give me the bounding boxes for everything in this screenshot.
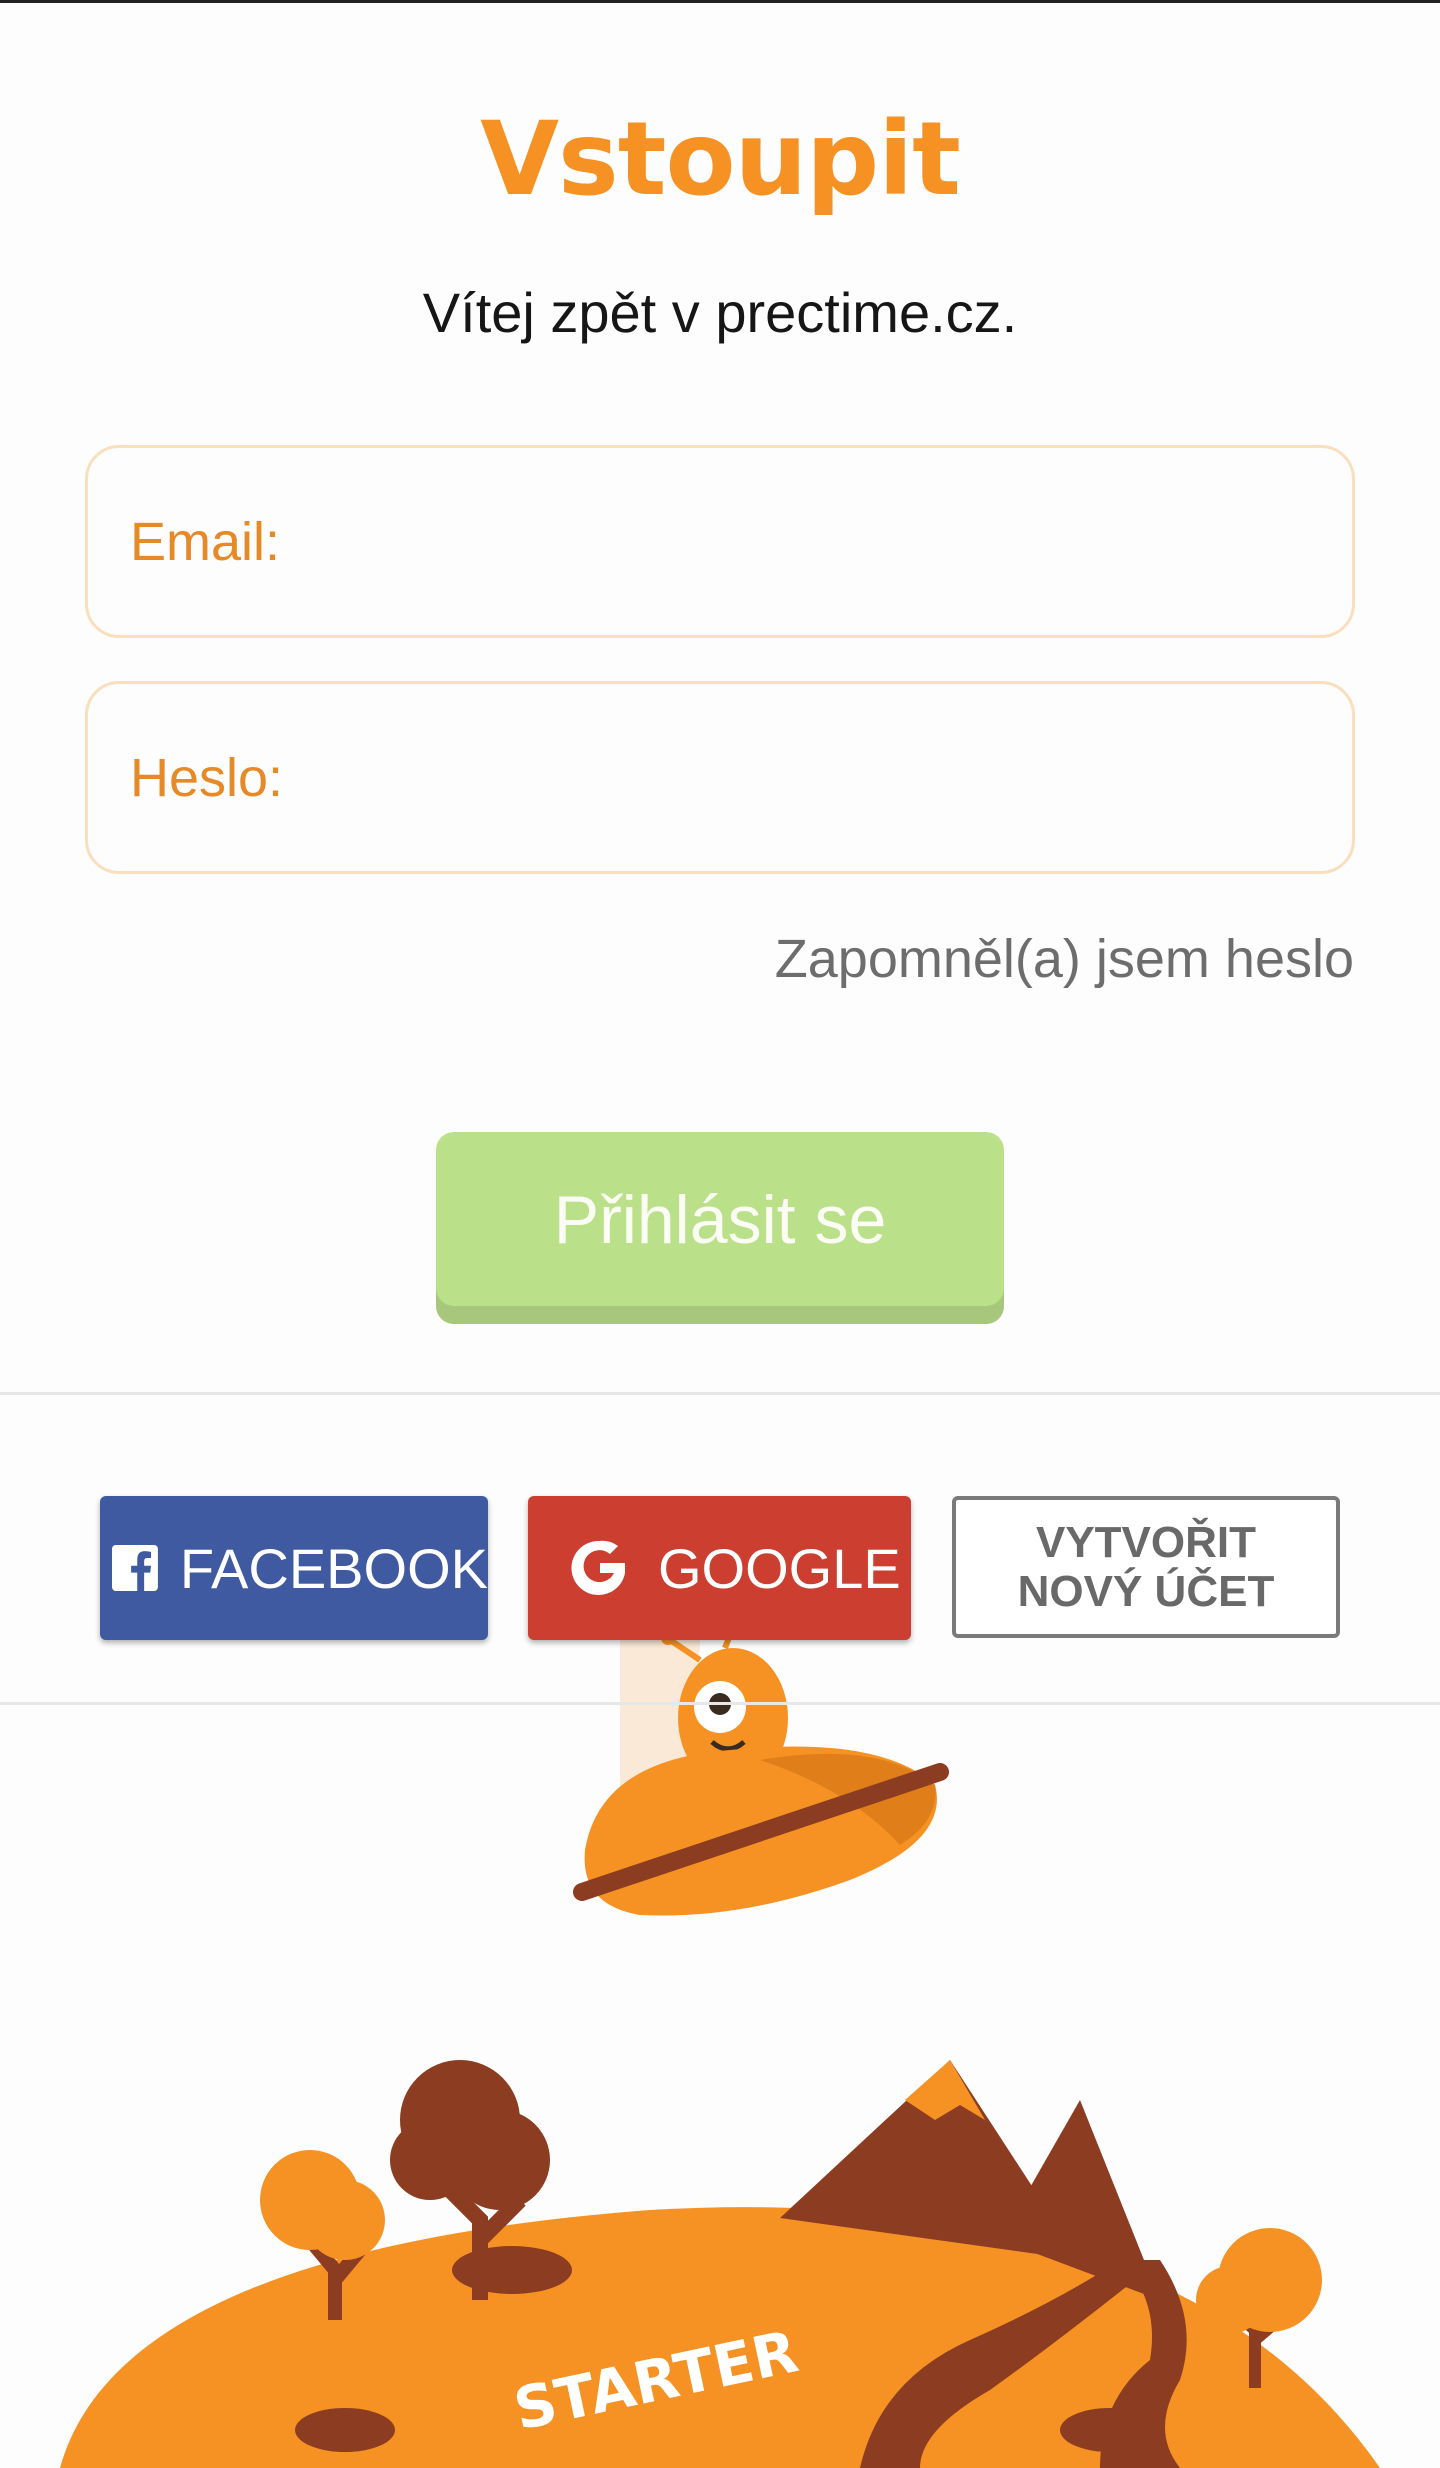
status-bar-edge (0, 0, 1440, 3)
divider-top (0, 1392, 1440, 1395)
email-input[interactable] (88, 448, 1352, 635)
google-login-button[interactable]: GOOGLE (528, 1496, 911, 1640)
create-account-line2: NOVÝ ÚČET (1017, 1567, 1275, 1616)
forgot-password-link[interactable]: Zapomněl(a) jsem heslo (775, 924, 1354, 994)
password-input[interactable] (88, 684, 1352, 871)
google-icon (571, 1540, 625, 1595)
create-account-line1: VYTVOŘIT (1035, 1518, 1256, 1567)
create-account-label: VYTVOŘIT NOVÝ ÚČET (1018, 1518, 1275, 1616)
facebook-login-button[interactable]: FACEBOOK (100, 1496, 488, 1640)
email-field-container (85, 445, 1355, 638)
divider-bottom (0, 1702, 1440, 1705)
login-button[interactable]: Přihlásit se (436, 1132, 1004, 1324)
facebook-label: FACEBOOK (179, 1536, 488, 1600)
page-subtitle: Vítej zpět v prectime.cz. (422, 281, 1018, 344)
create-account-button[interactable]: VYTVOŘIT NOVÝ ÚČET (952, 1496, 1340, 1638)
page-title: Vstoupit (480, 100, 961, 219)
password-field-container (85, 681, 1355, 874)
google-label: GOOGLE (658, 1536, 901, 1600)
starter-illustration: STARTER (60, 1613, 1380, 2468)
facebook-icon (112, 1545, 158, 1591)
